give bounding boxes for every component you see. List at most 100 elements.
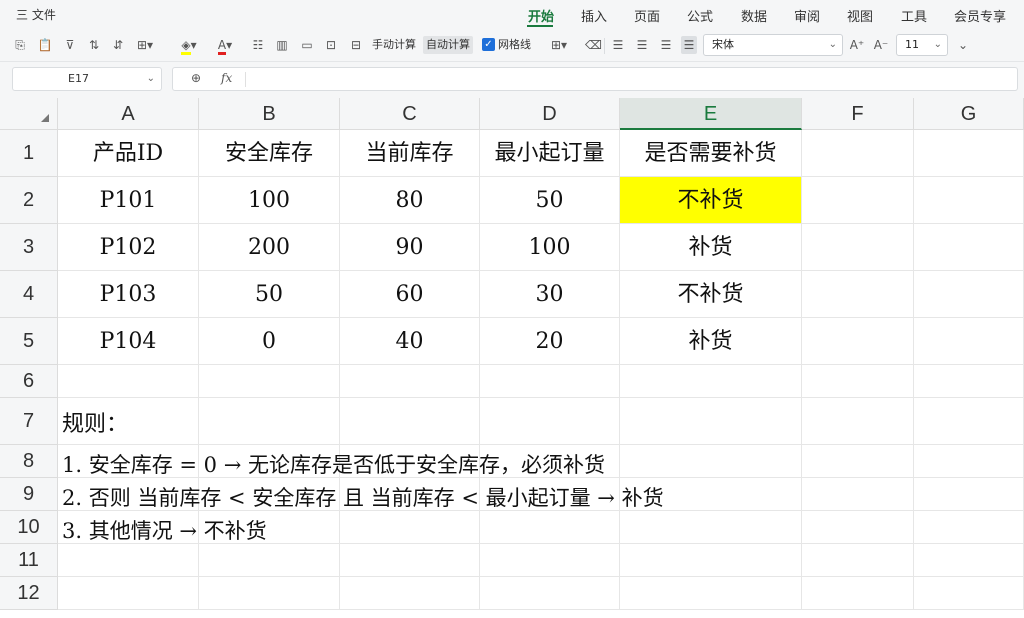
cell-f9[interactable] — [802, 478, 914, 511]
tab-view[interactable]: 视图 — [847, 6, 873, 25]
copy-icon[interactable]: ⎘ — [12, 36, 28, 54]
border-icon[interactable]: ⊞▾ — [137, 36, 153, 54]
cell-g6[interactable] — [914, 365, 1024, 398]
cell-d5[interactable]: 20 — [480, 318, 620, 365]
cell-g7[interactable] — [914, 398, 1024, 445]
cell-e3[interactable]: 补货 — [620, 224, 802, 271]
cell-f1[interactable] — [802, 130, 914, 177]
cell-a12[interactable] — [58, 577, 199, 610]
cell-c2[interactable]: 80 — [340, 177, 480, 224]
cell-c1[interactable]: 当前库存 — [340, 130, 480, 177]
cell-e4[interactable]: 不补货 — [620, 271, 802, 318]
align-justify-icon[interactable]: ☰ — [681, 36, 697, 54]
file-menu[interactable]: 三 文件 — [16, 6, 56, 23]
cell-f4[interactable] — [802, 271, 914, 318]
row-header-4[interactable]: 4 — [0, 271, 58, 318]
font-color-icon[interactable]: A▾ — [212, 36, 238, 55]
cell-c3[interactable]: 90 — [340, 224, 480, 271]
cell-f11[interactable] — [802, 544, 914, 577]
align-right-icon[interactable]: ☰ — [658, 36, 674, 54]
cell-e8[interactable] — [620, 445, 802, 478]
row-header-10[interactable]: 10 — [0, 511, 58, 544]
tab-data[interactable]: 数据 — [741, 6, 767, 25]
tab-formula[interactable]: 公式 — [687, 6, 713, 25]
formula-input[interactable]: ⊕ fx — [172, 67, 1018, 91]
cell-b2[interactable]: 100 — [199, 177, 340, 224]
cell-g5[interactable] — [914, 318, 1024, 365]
align-left-icon[interactable]: ☰ — [610, 36, 626, 54]
sort-desc-icon[interactable]: ⇵ — [110, 36, 126, 54]
cell-a6[interactable] — [58, 365, 199, 398]
tab-member[interactable]: 会员专享 — [954, 6, 1006, 25]
cell-g8[interactable] — [914, 445, 1024, 478]
column-header-a[interactable]: A — [58, 98, 199, 130]
row-header-1[interactable]: 1 — [0, 130, 58, 177]
cell-d4[interactable]: 30 — [480, 271, 620, 318]
fill-color-icon[interactable]: ◈▾ — [176, 36, 202, 55]
font-size-select[interactable]: 11 ⌄ — [896, 34, 948, 56]
cell-f12[interactable] — [802, 577, 914, 610]
cell-b7[interactable] — [199, 398, 340, 445]
cell-c12[interactable] — [340, 577, 480, 610]
cell-e2[interactable]: 不补货 — [620, 177, 802, 224]
comment-icon[interactable]: ▭ — [299, 36, 315, 54]
cell-d1[interactable]: 最小起订量 — [480, 130, 620, 177]
column-header-g[interactable]: G — [914, 98, 1024, 130]
column-header-d[interactable]: D — [480, 98, 620, 130]
recalc-icon[interactable]: ⊟ — [348, 36, 364, 54]
more-chevron-icon[interactable]: ⌄ — [955, 36, 971, 54]
font-shrink-icon[interactable]: A⁻ — [873, 36, 889, 54]
cell-a2[interactable]: P101 — [58, 177, 199, 224]
cell-f8[interactable] — [802, 445, 914, 478]
fx-icon[interactable]: fx — [221, 71, 232, 85]
column-header-f[interactable]: F — [802, 98, 914, 130]
cell-c5[interactable]: 40 — [340, 318, 480, 365]
cell-b1[interactable]: 安全库存 — [199, 130, 340, 177]
cell-d10[interactable] — [480, 511, 620, 544]
row-header-9[interactable]: 9 — [0, 478, 58, 511]
select-all-corner[interactable] — [0, 98, 58, 130]
align-center-icon[interactable]: ☰ — [634, 36, 650, 54]
cell-d12[interactable] — [480, 577, 620, 610]
cell-a4[interactable]: P103 — [58, 271, 199, 318]
cell-c11[interactable] — [340, 544, 480, 577]
cell-b12[interactable] — [199, 577, 340, 610]
cell-c6[interactable] — [340, 365, 480, 398]
cell-f6[interactable] — [802, 365, 914, 398]
cell-b11[interactable] — [199, 544, 340, 577]
cell-d7[interactable] — [480, 398, 620, 445]
cell-g10[interactable] — [914, 511, 1024, 544]
row-header-6[interactable]: 6 — [0, 365, 58, 398]
cell-g1[interactable] — [914, 130, 1024, 177]
cell-a5[interactable]: P104 — [58, 318, 199, 365]
table-style-icon[interactable]: ⊞▾ — [546, 36, 572, 54]
cell-e6[interactable] — [620, 365, 802, 398]
cell-e1[interactable]: 是否需要补货 — [620, 130, 802, 177]
cell-g12[interactable] — [914, 577, 1024, 610]
freeze-icon[interactable]: ⊡ — [323, 36, 339, 54]
cell-g11[interactable] — [914, 544, 1024, 577]
cell-c4[interactable]: 60 — [340, 271, 480, 318]
cell-e11[interactable] — [620, 544, 802, 577]
clear-format-icon[interactable]: ⌫ — [585, 36, 602, 54]
cell-b6[interactable] — [199, 365, 340, 398]
cell-e5[interactable]: 补货 — [620, 318, 802, 365]
tab-home[interactable]: 开始 — [528, 6, 554, 25]
manual-calc-button[interactable]: 手动计算 — [372, 36, 416, 54]
row-header-11[interactable]: 11 — [0, 544, 58, 577]
cell-f5[interactable] — [802, 318, 914, 365]
cell-b4[interactable]: 50 — [199, 271, 340, 318]
cell-b3[interactable]: 200 — [199, 224, 340, 271]
cell-g9[interactable] — [914, 478, 1024, 511]
format-icon[interactable]: ☷ — [250, 36, 266, 54]
cell-g3[interactable] — [914, 224, 1024, 271]
cell-g4[interactable] — [914, 271, 1024, 318]
column-header-c[interactable]: C — [340, 98, 480, 130]
row-header-12[interactable]: 12 — [0, 577, 58, 610]
cell-d3[interactable]: 100 — [480, 224, 620, 271]
cell-a11[interactable] — [58, 544, 199, 577]
cell-d6[interactable] — [480, 365, 620, 398]
column-header-e[interactable]: E — [620, 98, 802, 130]
row-header-3[interactable]: 3 — [0, 224, 58, 271]
cell-f10[interactable] — [802, 511, 914, 544]
